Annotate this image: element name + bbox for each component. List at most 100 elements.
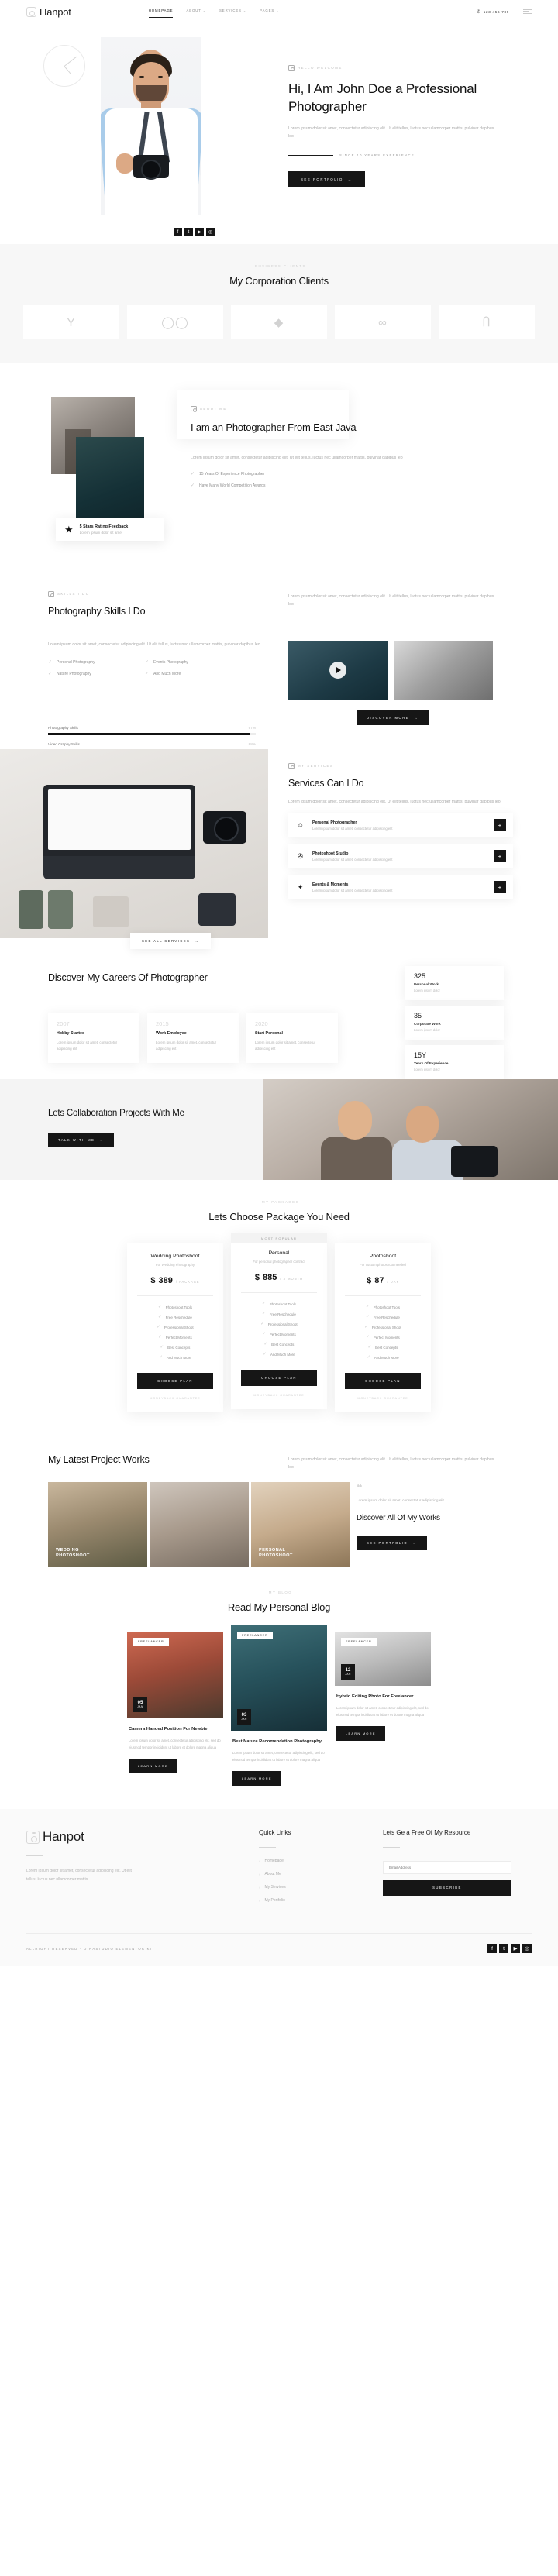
blog-post-title: Camera Handed Position For Newbie: [129, 1727, 208, 1732]
chevron-right-icon: ›: [259, 1885, 260, 1890]
choose-plan-button[interactable]: CHOOSE PLAN: [137, 1373, 213, 1389]
plan-feature-label: Professional Shoot: [371, 1325, 401, 1329]
check-icon: ✓: [145, 672, 150, 677]
discover-more-button[interactable]: DISCOVER MORE →: [356, 710, 429, 725]
nav-item-services[interactable]: SERVICES ⌄: [219, 9, 246, 15]
subscribe-button[interactable]: SUBSCRIBE: [383, 1880, 512, 1897]
blog-month: JAN: [137, 1704, 143, 1708]
client-logo[interactable]: Y: [23, 305, 119, 339]
client-logo[interactable]: Ⴖ: [439, 305, 535, 339]
client-logo[interactable]: ∞: [335, 305, 431, 339]
twitter-icon[interactable]: t: [184, 228, 193, 236]
plus-icon[interactable]: +: [494, 881, 506, 894]
talk-with-me-button[interactable]: TALK WITH ME →: [48, 1133, 115, 1148]
site-footer: Hanpot Lorem ipsum dolor sit amet, conse…: [0, 1809, 558, 1966]
plan-feature: ✓ Photoshoot Tools: [345, 1305, 421, 1309]
plan-note: MONEYBACK GUARANTEE: [150, 1397, 201, 1400]
choose-plan-button[interactable]: CHOOSE PLAN: [345, 1373, 421, 1389]
career-stats: 325 Personal Work Lorem ipsum dolor 35 C…: [405, 966, 504, 1085]
footer-brand-logo[interactable]: Hanpot: [26, 1829, 259, 1845]
portfolio-item[interactable]: PERSONAL PHOTOSHOOT: [251, 1482, 350, 1567]
blog-card[interactable]: Freelancer 05 JAN Camera Handed Position…: [127, 1632, 223, 1774]
nav-item-homepage[interactable]: HOMEPAGE: [148, 9, 174, 18]
facebook-icon[interactable]: f: [174, 228, 182, 236]
choose-plan-button[interactable]: CHOOSE PLAN: [241, 1370, 317, 1386]
nav-item-about[interactable]: ABOUT ⌄: [186, 9, 206, 15]
plan-note: MONEYBACK GUARANTEE: [253, 1394, 305, 1397]
skill-bar-pct: 97%: [248, 726, 256, 730]
see-portfolio-button[interactable]: SEE PORTFOLIO →: [288, 170, 365, 187]
collaboration-section: Lets Collaboration Projects With Me TALK…: [0, 1079, 558, 1180]
plan-name: Personal: [268, 1250, 290, 1256]
skills-video-thumbnail[interactable]: [288, 641, 388, 700]
hamburger-icon[interactable]: [523, 9, 532, 15]
instagram-icon[interactable]: ◎: [522, 1944, 532, 1954]
check-icon: ✓: [260, 1322, 264, 1326]
clients-title: My Corporation Clients: [229, 275, 329, 287]
footer-link-homepage[interactable]: › Homepage: [259, 1859, 383, 1863]
instagram-icon[interactable]: ◎: [206, 228, 215, 236]
services-description: Lorem ipsum dolor sit amet, consectetur …: [288, 800, 501, 804]
portfolio-item[interactable]: [150, 1482, 249, 1567]
learn-more-button[interactable]: LEARN MORE: [129, 1759, 177, 1774]
email-field[interactable]: [383, 1861, 512, 1875]
see-all-services-button[interactable]: SEE ALL SERVICES →: [130, 933, 211, 949]
footer-link-about-me[interactable]: › About Me: [259, 1872, 383, 1876]
star-icon: ★: [64, 523, 74, 535]
timeline-heading: Hobby Started: [57, 1031, 85, 1036]
footer-newsletter-col: Lets Ge a Free Of My Resource SUBSCRIBE: [383, 1829, 532, 1911]
service-item-events-moments[interactable]: ✦ Events & Moments Lorem ipsum dolor sit…: [288, 875, 513, 899]
site-header: Hanpot HOMEPAGE ABOUT ⌄ SERVICES ⌄ PAGES…: [0, 0, 558, 23]
chevron-down-icon: ⌄: [276, 9, 280, 12]
portfolio-section: My Latest Project Works Lorem ipsum dolo…: [0, 1442, 558, 1573]
blog-card[interactable]: Freelancer 12 JAN Hybrid Editing Photo F…: [335, 1632, 431, 1742]
timeline-card: 2007 Hobby Started Lorem ipsum dolor sit…: [48, 1013, 140, 1063]
collaboration-image: [264, 1079, 558, 1180]
blog-eyebrow: MY BLOG: [0, 1591, 558, 1594]
plan-feature-label: And Much More: [374, 1355, 399, 1360]
plan-amount: 389: [158, 1276, 173, 1285]
check-icon: ✓: [264, 1342, 268, 1346]
plan-name: Wedding Photoshoot: [150, 1254, 200, 1259]
plan-for: For personal photographer contract: [253, 1260, 305, 1264]
youtube-icon[interactable]: ▶: [195, 228, 204, 236]
about-eyebrow-label: ABOUT ME: [200, 407, 227, 411]
youtube-icon[interactable]: ▶: [511, 1944, 520, 1954]
list-item-label: 15 Years Of Experience Photographer: [199, 471, 265, 476]
timeline-year: 2020: [255, 1020, 268, 1027]
hero-since-label: SINCE 10 YEARS EXPERIENCE: [339, 153, 415, 157]
client-logo[interactable]: ◆: [231, 305, 327, 339]
brand-logo[interactable]: Hanpot: [26, 6, 71, 18]
service-item-personal-photographer[interactable]: ☺ Personal Photographer Lorem ipsum dolo…: [288, 813, 513, 837]
plus-icon[interactable]: +: [494, 819, 506, 832]
plan-feature-label: Free Reschedule: [373, 1315, 400, 1319]
portfolio-item[interactable]: WEDDING PHOTOSHOOT: [48, 1482, 147, 1567]
phone-link[interactable]: ✆ 123 456 789: [477, 9, 509, 15]
nav-item-pages[interactable]: PAGES ⌄: [260, 9, 279, 15]
footer-link-my-services[interactable]: › My Services: [259, 1885, 383, 1890]
plan-feature-label: Professional Shoot: [267, 1322, 298, 1326]
skill-bar-fill: [48, 733, 250, 735]
plan-price: $ 389 / PACKAGE: [137, 1276, 213, 1285]
client-logo[interactable]: ◯◯: [127, 305, 223, 339]
twitter-icon[interactable]: t: [499, 1944, 508, 1954]
footer-link-my-portfolio[interactable]: › My Portfolio: [259, 1898, 383, 1903]
play-icon[interactable]: [329, 662, 346, 679]
services-section: MY SERVICES Services Can I Do Lorem ipsu…: [0, 738, 558, 955]
check-icon: ✓: [367, 1355, 370, 1360]
see-portfolio-button[interactable]: SEE PORTFOLIO →: [356, 1535, 427, 1550]
learn-more-button[interactable]: LEARN MORE: [336, 1726, 385, 1742]
facebook-icon[interactable]: f: [487, 1944, 497, 1954]
skills-eyebrow-label: SKILLS I DO: [57, 592, 90, 596]
plus-icon[interactable]: +: [494, 850, 506, 863]
client-logo-glyph: ◆: [274, 316, 284, 329]
portfolio-item-line2: PHOTOSHOOT: [56, 1553, 90, 1558]
service-item-photoshoot-studio[interactable]: ✇ Photoshoot Studio Lorem ipsum dolor si…: [288, 844, 513, 868]
plan-feature-label: Perfect Moments: [373, 1335, 400, 1340]
plan-name: Photoshoot: [369, 1254, 397, 1259]
client-logo-glyph: ∞: [378, 315, 388, 329]
clients-eyebrow-label: BUSINESS CLIENTS: [255, 264, 306, 268]
blog-card[interactable]: Freelancer 03 JAN Best Nature Recomendat…: [231, 1625, 327, 1787]
plan-feature-label: And Much More: [270, 1352, 295, 1357]
learn-more-button[interactable]: LEARN MORE: [232, 1771, 281, 1787]
